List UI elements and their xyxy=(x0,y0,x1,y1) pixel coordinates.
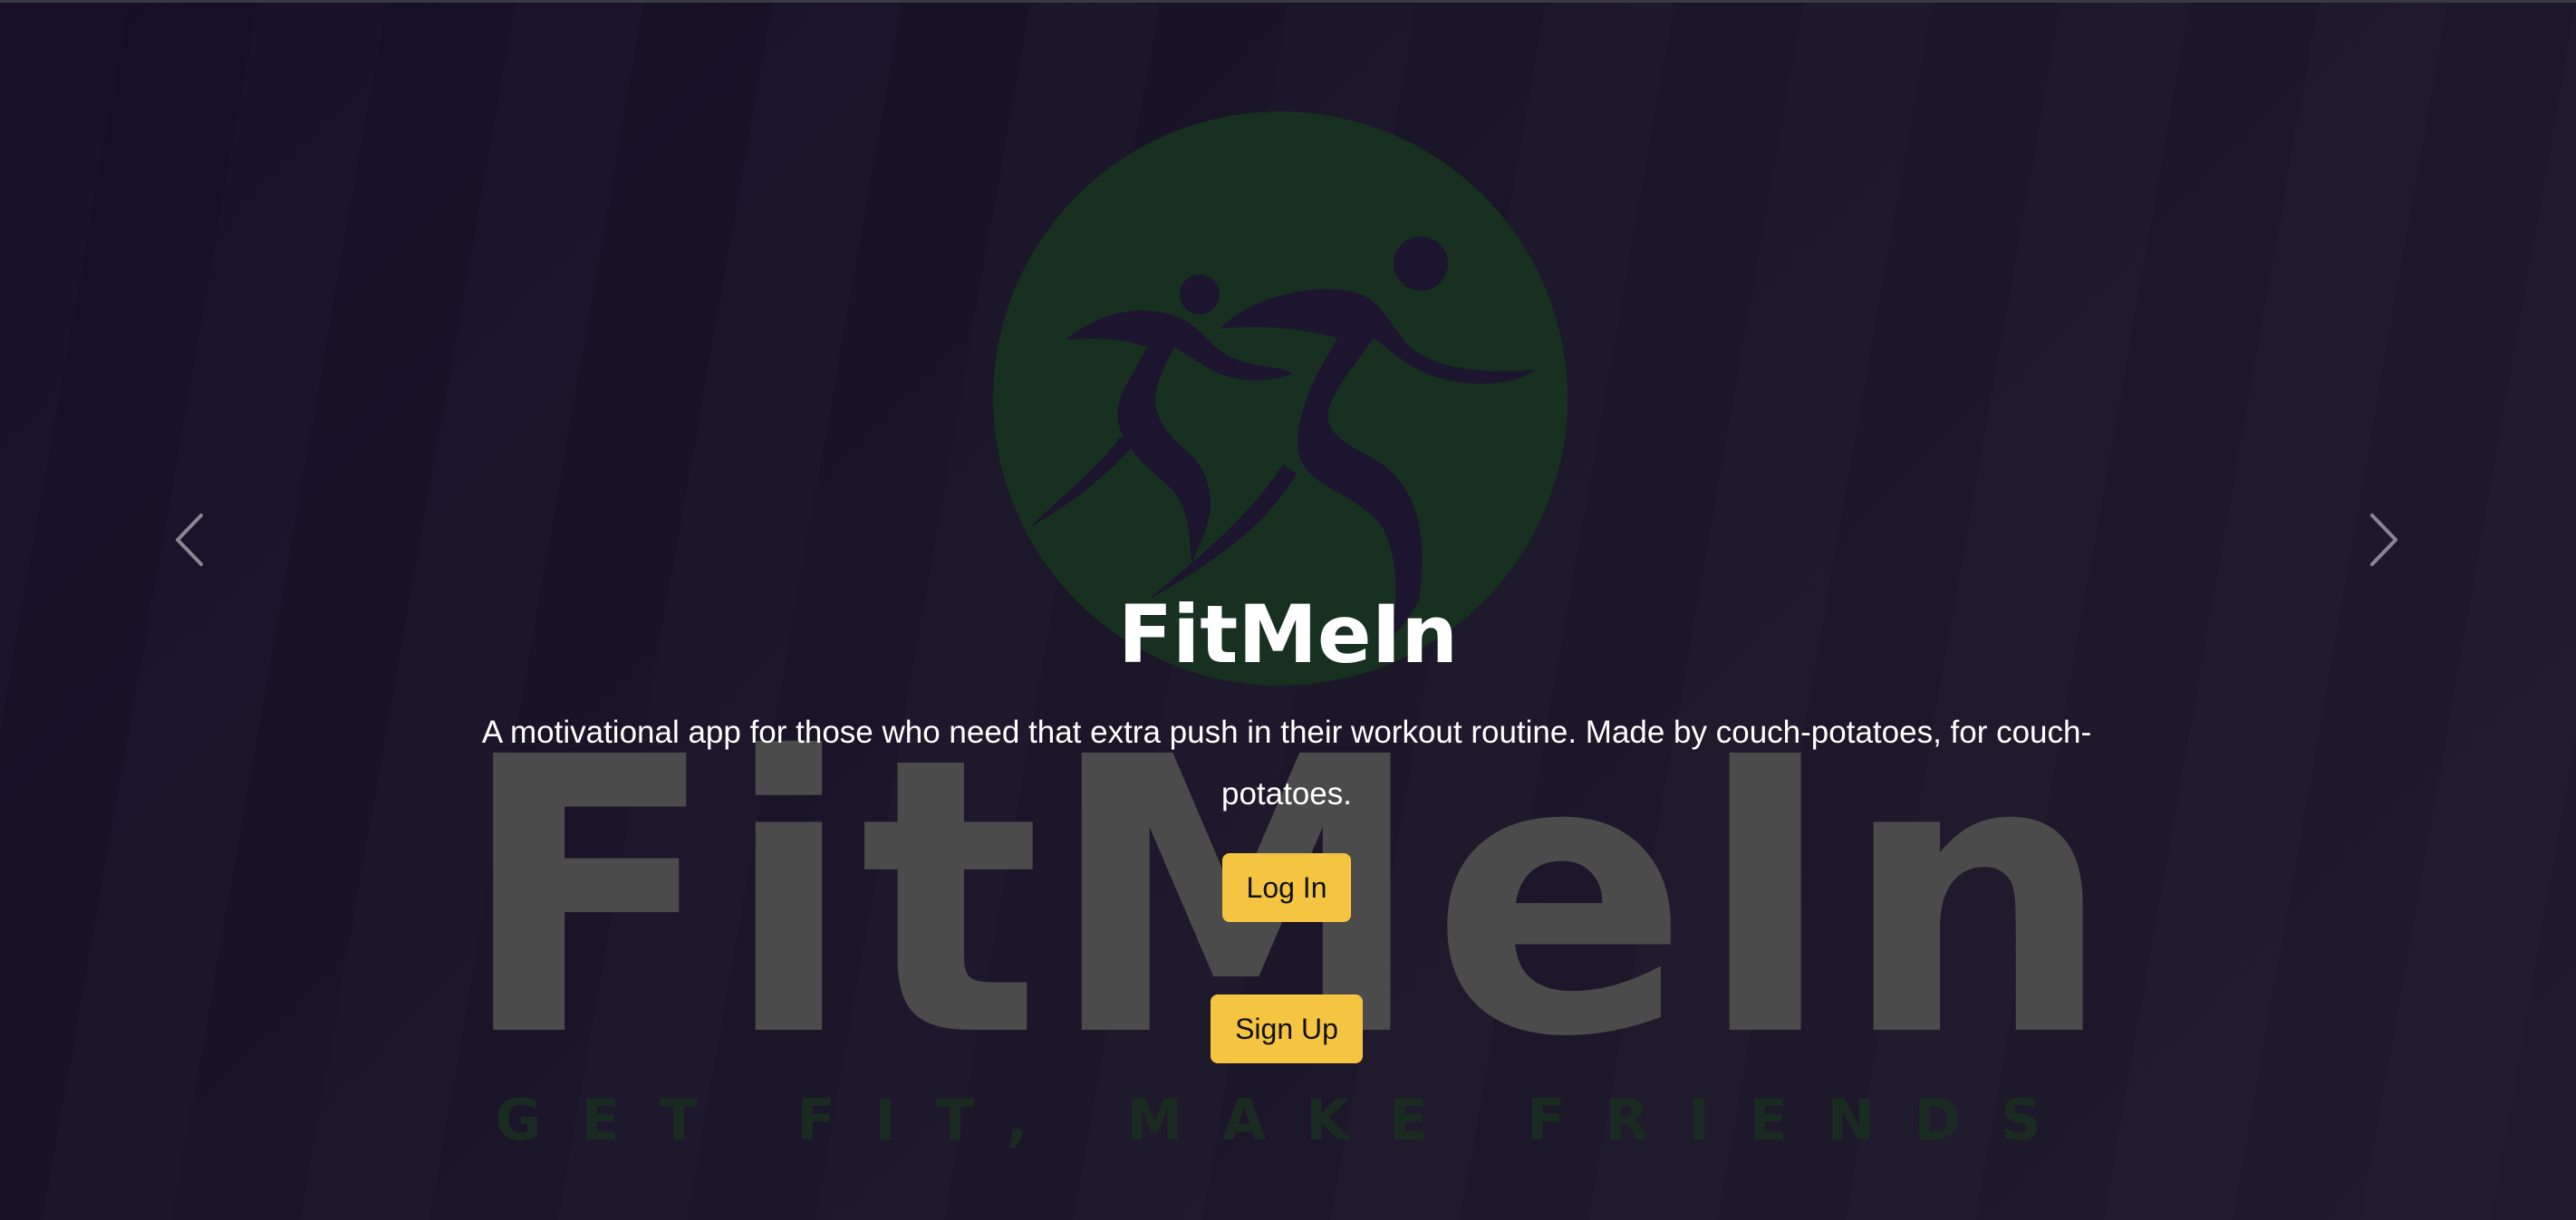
signup-button[interactable]: Sign Up xyxy=(1211,994,1363,1063)
hero-carousel: FitMeIn GET FIT, MAKE FRIENDS FitMeIn A … xyxy=(0,0,2576,1220)
carousel-next-button[interactable] xyxy=(2356,508,2410,572)
carousel-prev-button[interactable] xyxy=(163,508,217,572)
chevron-left-icon xyxy=(176,514,203,566)
chevron-right-icon xyxy=(2370,514,2398,566)
logo-tagline: GET FIT, MAKE FRIENDS xyxy=(495,1087,2081,1153)
login-button[interactable]: Log In xyxy=(1222,853,1351,922)
page-title: FitMeIn xyxy=(1118,588,1458,681)
hero-description: A motivational app for those who need th… xyxy=(481,715,2092,812)
